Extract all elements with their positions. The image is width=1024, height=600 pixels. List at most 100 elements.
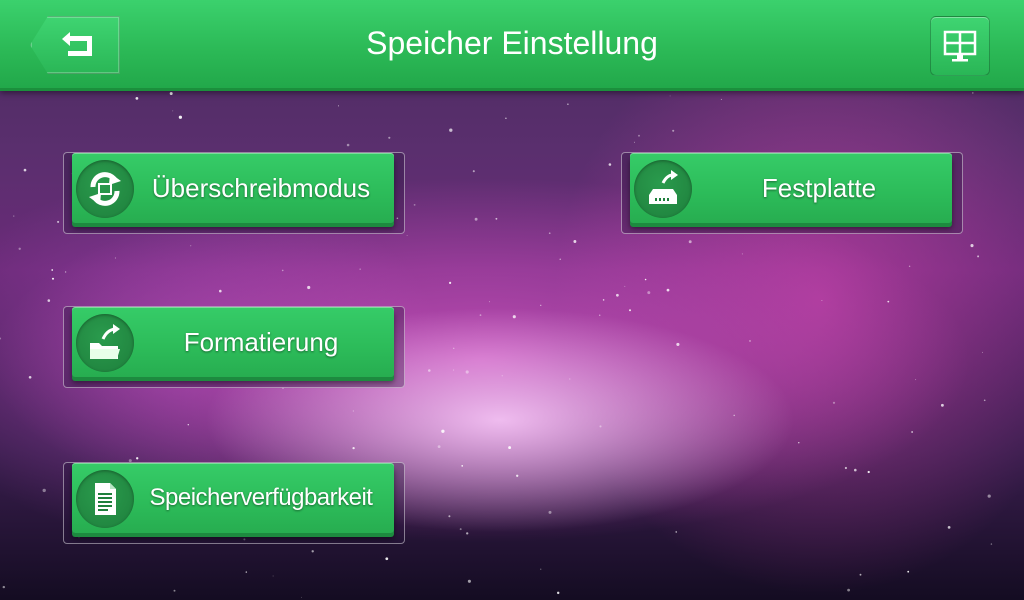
star xyxy=(173,589,176,592)
star xyxy=(467,579,471,583)
overwrite-mode-button[interactable]: Überschreibmodus xyxy=(72,153,394,223)
star xyxy=(219,289,222,293)
star xyxy=(18,247,21,250)
star xyxy=(970,244,974,248)
star xyxy=(57,220,60,223)
star xyxy=(114,257,116,259)
star xyxy=(666,288,670,292)
star xyxy=(172,110,174,112)
star xyxy=(940,403,944,407)
star xyxy=(977,255,980,258)
star xyxy=(359,268,361,270)
star xyxy=(540,304,542,306)
star xyxy=(832,401,836,404)
star xyxy=(947,526,951,529)
star xyxy=(573,240,577,243)
star xyxy=(844,466,847,470)
star xyxy=(64,271,67,273)
star xyxy=(672,129,675,132)
star xyxy=(990,543,993,545)
refresh-cycle-icon xyxy=(89,172,121,206)
star xyxy=(540,568,542,570)
star xyxy=(136,457,139,460)
star xyxy=(676,342,680,346)
star xyxy=(245,571,248,573)
harddisk-label: Festplatte xyxy=(761,173,877,203)
star xyxy=(983,399,986,402)
star xyxy=(190,245,192,247)
star xyxy=(479,314,482,316)
star xyxy=(272,575,274,577)
storage-availability-button[interactable]: Speicherverfügbarkeit xyxy=(72,463,394,533)
star xyxy=(441,429,445,433)
star xyxy=(448,515,451,518)
star xyxy=(42,488,46,493)
star xyxy=(548,232,551,235)
folder-arrow-icon xyxy=(90,324,120,359)
star xyxy=(616,293,619,297)
star xyxy=(466,532,469,535)
star xyxy=(2,585,6,589)
star xyxy=(47,299,51,302)
star xyxy=(508,446,512,450)
star xyxy=(908,265,911,268)
overwrite-mode-tile: Überschreibmodus xyxy=(63,152,405,234)
star xyxy=(559,258,561,260)
star xyxy=(599,314,601,316)
star xyxy=(474,217,478,221)
star xyxy=(465,370,469,374)
star xyxy=(854,468,857,472)
star xyxy=(847,588,850,592)
star xyxy=(501,375,503,377)
star xyxy=(548,510,552,514)
harddisk-button[interactable]: Festplatte xyxy=(630,153,952,223)
star xyxy=(624,285,626,287)
star xyxy=(346,143,350,147)
star xyxy=(472,170,475,173)
star xyxy=(867,470,870,474)
star xyxy=(51,277,55,280)
star xyxy=(428,369,431,372)
format-button[interactable]: Formatierung xyxy=(72,307,394,377)
star xyxy=(437,445,441,448)
star xyxy=(311,550,314,553)
star xyxy=(911,431,913,433)
star xyxy=(733,414,735,417)
star xyxy=(859,573,862,576)
star xyxy=(720,98,722,100)
storage-availability-label: Speicherverfügbarkeit xyxy=(149,484,373,511)
storage-availability-tile: Speicherverfügbarkeit xyxy=(63,462,405,544)
format-tile: Formatierung xyxy=(63,306,405,388)
star xyxy=(406,235,408,237)
menu-button[interactable] xyxy=(930,16,990,76)
star xyxy=(413,203,416,206)
star xyxy=(459,528,462,531)
star xyxy=(51,269,54,271)
star xyxy=(675,531,677,533)
star xyxy=(669,95,671,97)
star xyxy=(388,136,391,139)
star xyxy=(281,269,284,272)
star xyxy=(907,570,910,573)
star xyxy=(688,240,692,244)
star xyxy=(449,128,453,132)
star xyxy=(13,215,15,217)
grid-monitor-icon xyxy=(943,30,977,62)
harddisk-tile: Festplatte xyxy=(621,152,963,234)
star xyxy=(741,253,743,255)
star xyxy=(505,117,507,120)
star xyxy=(915,379,917,381)
star xyxy=(569,378,571,380)
star xyxy=(307,285,311,290)
star xyxy=(135,97,139,100)
star xyxy=(0,337,2,340)
star xyxy=(887,300,890,303)
star xyxy=(644,278,647,281)
star xyxy=(338,105,339,107)
star xyxy=(599,425,602,428)
star xyxy=(495,217,498,220)
header-bar: Speicher Einstellung xyxy=(0,0,1024,91)
star xyxy=(987,494,991,498)
star xyxy=(638,134,640,137)
star xyxy=(489,301,490,303)
